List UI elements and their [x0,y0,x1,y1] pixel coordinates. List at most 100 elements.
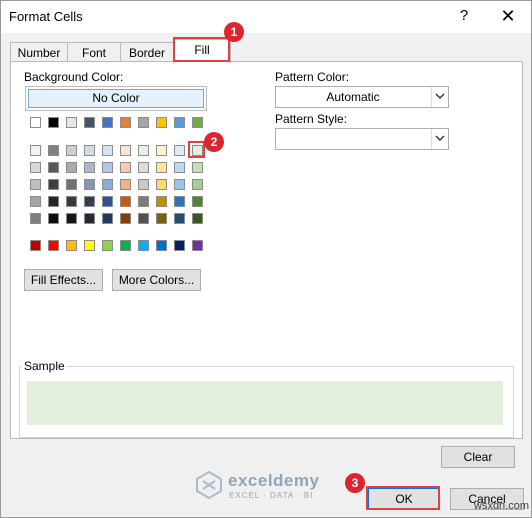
watermark-name: exceldemy [228,471,320,490]
color-swatch[interactable] [30,240,41,251]
fill-effects-button[interactable]: Fill Effects... [24,269,103,291]
color-swatch[interactable] [102,213,113,224]
color-swatch[interactable] [66,162,77,173]
color-swatch[interactable] [156,162,167,173]
site-watermark: wsxdn.com [474,500,530,512]
color-swatch[interactable] [102,162,113,173]
color-swatch[interactable] [174,213,185,224]
color-swatch[interactable] [120,117,131,128]
color-swatch[interactable] [174,117,185,128]
color-swatch[interactable] [30,213,41,224]
color-swatch[interactable] [138,162,149,173]
color-swatch[interactable] [192,179,203,190]
step-badge: 1 [224,22,244,42]
color-swatch[interactable] [120,240,131,251]
chevron-down-icon[interactable] [431,129,448,149]
sample-preview [27,381,503,425]
color-swatch[interactable] [174,196,185,207]
color-swatch[interactable] [30,179,41,190]
pattern-color-value: Automatic [326,90,380,104]
color-swatch[interactable] [156,213,167,224]
color-swatch[interactable] [138,179,149,190]
color-swatch[interactable] [138,117,149,128]
color-swatch[interactable] [120,162,131,173]
color-swatch[interactable] [48,213,59,224]
color-swatch[interactable] [156,117,167,128]
color-swatch[interactable] [102,240,113,251]
help-icon[interactable]: ? [453,5,475,27]
color-swatch[interactable] [30,117,41,128]
color-swatch[interactable] [84,117,95,128]
color-swatch[interactable] [156,196,167,207]
background-color-label: Background Color: [24,70,124,84]
no-color-button[interactable]: No Color [28,89,204,108]
color-swatch[interactable] [156,179,167,190]
color-swatch[interactable] [120,145,131,156]
selected-swatch-highlight [188,141,205,158]
color-swatch[interactable] [84,162,95,173]
color-swatch[interactable] [30,196,41,207]
color-swatch[interactable] [66,145,77,156]
color-swatch[interactable] [48,240,59,251]
fill-tab-highlight [173,37,230,62]
color-swatch[interactable] [192,213,203,224]
color-swatch[interactable] [30,145,41,156]
color-swatch[interactable] [84,240,95,251]
exceldemy-logo-icon [196,471,222,499]
pattern-style-select[interactable] [275,128,449,150]
chevron-down-icon[interactable] [431,87,448,107]
step-badge: 2 [204,132,224,152]
color-swatch[interactable] [120,196,131,207]
sample-label: Sample [22,359,67,373]
color-swatch[interactable] [84,196,95,207]
color-swatch[interactable] [192,117,203,128]
color-swatch[interactable] [138,196,149,207]
color-swatch[interactable] [84,179,95,190]
color-swatch[interactable] [120,179,131,190]
color-swatch[interactable] [48,162,59,173]
color-swatch[interactable] [192,240,203,251]
color-swatch[interactable] [30,162,41,173]
color-swatch[interactable] [66,117,77,128]
tab-number[interactable]: Number [10,42,68,63]
color-swatch[interactable] [156,240,167,251]
pattern-color-select[interactable]: Automatic [275,86,449,108]
color-swatch[interactable] [48,145,59,156]
color-swatch[interactable] [102,196,113,207]
watermark-subtitle: EXCEL · DATA · BI [229,491,314,500]
color-swatch[interactable] [84,213,95,224]
color-swatch[interactable] [174,179,185,190]
color-swatch[interactable] [120,213,131,224]
color-swatch[interactable] [192,196,203,207]
color-swatch[interactable] [174,145,185,156]
color-swatch[interactable] [192,162,203,173]
color-swatch[interactable] [102,179,113,190]
ok-button-highlight [366,486,440,510]
close-icon[interactable]: ✕ [497,5,519,27]
clear-button[interactable]: Clear [441,446,515,468]
more-colors-button[interactable]: More Colors... [112,269,201,291]
tab-font[interactable]: Font [67,42,121,63]
color-swatch[interactable] [174,240,185,251]
color-swatch[interactable] [66,213,77,224]
color-swatch[interactable] [84,145,95,156]
color-swatch[interactable] [66,196,77,207]
color-swatch[interactable] [138,240,149,251]
color-swatch[interactable] [156,145,167,156]
color-swatch[interactable] [66,240,77,251]
color-swatch[interactable] [138,145,149,156]
window-title: Format Cells [9,9,83,24]
title-bar: Format Cells ? ✕ [1,1,531,33]
color-swatch[interactable] [66,179,77,190]
pattern-style-label: Pattern Style: [275,112,348,126]
tab-border[interactable]: Border [120,42,174,63]
color-swatch[interactable] [102,145,113,156]
color-swatch[interactable] [48,179,59,190]
color-swatch[interactable] [102,117,113,128]
pattern-color-label: Pattern Color: [275,70,350,84]
color-swatch[interactable] [138,213,149,224]
step-badge: 3 [345,473,365,493]
color-swatch[interactable] [174,162,185,173]
color-swatch[interactable] [48,117,59,128]
color-swatch[interactable] [48,196,59,207]
